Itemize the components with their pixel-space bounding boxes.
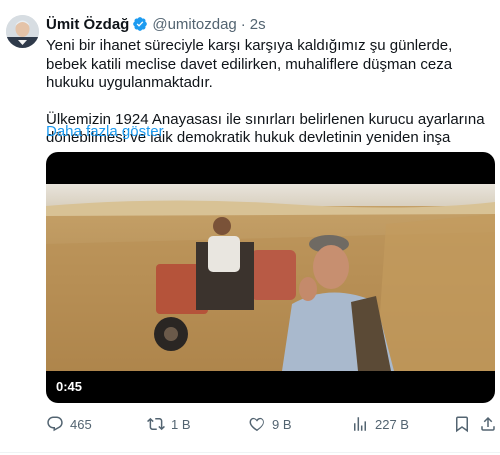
- avatar[interactable]: [6, 15, 39, 48]
- tweet-divider: [0, 452, 500, 453]
- views-count: 227 B: [375, 416, 409, 432]
- reply-button[interactable]: 465: [46, 414, 92, 434]
- bookmark-icon: [456, 416, 468, 433]
- tweet-time[interactable]: 2s: [250, 16, 266, 33]
- reply-count: 465: [70, 416, 92, 432]
- retweet-count: 1 B: [171, 416, 191, 432]
- video-duration: 0:45: [56, 379, 83, 394]
- action-bar: 465 1 B 9 B 227 B: [46, 414, 496, 434]
- author-handle[interactable]: @umitozdag: [152, 16, 236, 33]
- verified-badge-icon: [132, 16, 148, 32]
- views-icon: [354, 417, 366, 431]
- video-thumbnail: [46, 184, 495, 371]
- like-count: 9 B: [272, 416, 292, 432]
- views-button[interactable]: 227 B: [351, 414, 409, 434]
- tweet-paragraph-1: Yeni bir ihanet süreciyle karşı karşıya …: [46, 37, 453, 92]
- share-button[interactable]: [479, 414, 497, 434]
- like-icon: [249, 417, 264, 432]
- video-player[interactable]: 0:45: [46, 152, 495, 403]
- like-button[interactable]: 9 B: [248, 414, 292, 434]
- tweet-header: Ümit Özdağ @umitozdag · 2s: [46, 14, 266, 34]
- tweet-card[interactable]: Ümit Özdağ @umitozdag · 2s Yeni bir ihan…: [0, 0, 500, 455]
- separator-dot: ·: [240, 15, 246, 33]
- share-icon: [481, 416, 495, 431]
- show-more-link[interactable]: Daha fazla göster: [46, 123, 164, 140]
- author-name[interactable]: Ümit Özdağ: [46, 16, 129, 33]
- retweet-button[interactable]: 1 B: [147, 414, 191, 434]
- retweet-icon: [147, 417, 165, 431]
- reply-icon: [47, 416, 63, 432]
- bookmark-button[interactable]: [453, 414, 471, 434]
